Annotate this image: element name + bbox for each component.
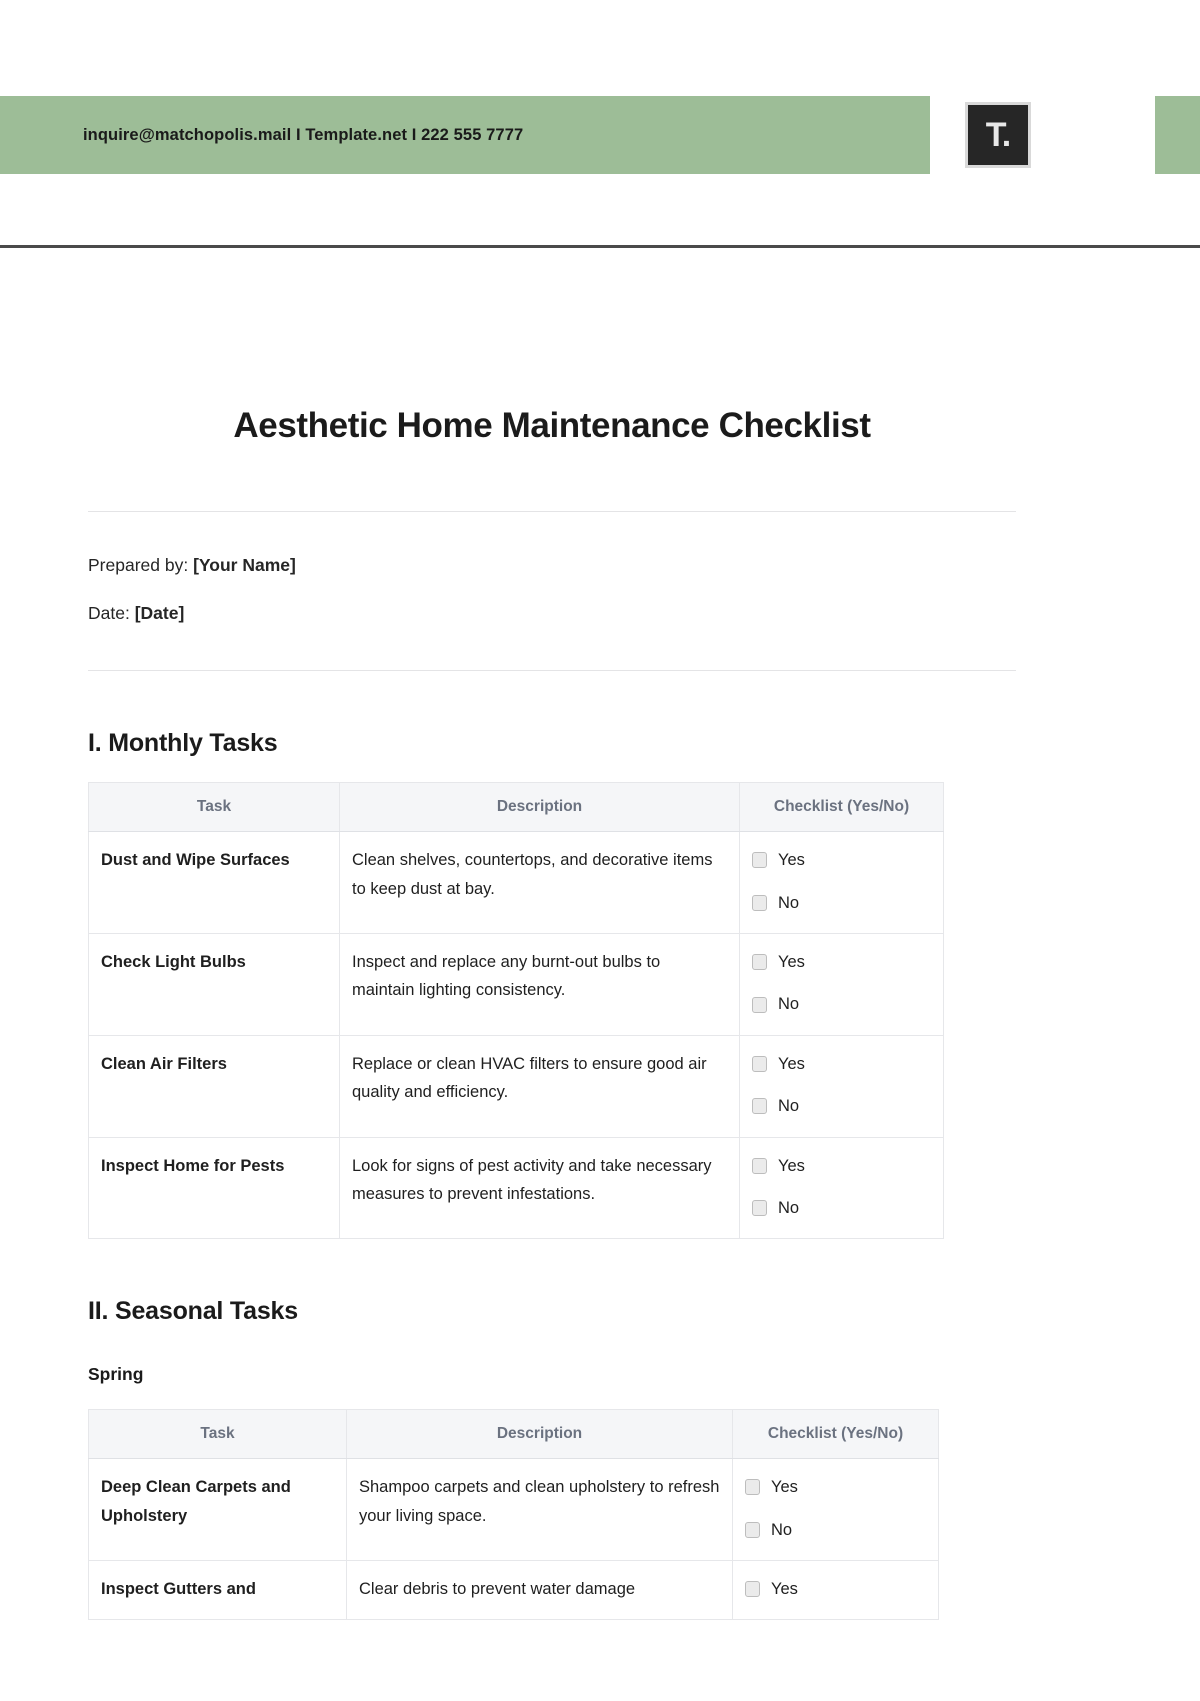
checkbox-option-yes[interactable]: Yes: [752, 1050, 931, 1078]
checkbox-label: No: [778, 893, 800, 912]
column-header-checklist: Checklist (Yes/No): [739, 782, 944, 833]
checkbox-label: No: [778, 1097, 800, 1116]
checkbox-icon[interactable]: [752, 996, 767, 1013]
checkbox-icon[interactable]: [745, 1479, 760, 1496]
page-title: Aesthetic Home Maintenance Checklist: [233, 406, 871, 445]
brand-logo: T.: [965, 96, 1031, 174]
header-divider-rule: [0, 245, 1200, 248]
cell-task: Check Light Bulbs: [88, 933, 340, 1036]
checkbox-icon[interactable]: [752, 954, 767, 971]
checkbox-icon[interactable]: [752, 1200, 767, 1217]
cell-description: Replace or clean HVAC filters to ensure …: [339, 1034, 740, 1138]
checkbox-option-yes[interactable]: Yes: [752, 1152, 931, 1180]
prepared-by-line: Prepared by: [Your Name]: [88, 554, 1016, 577]
table-row: Deep Clean Carpets and Upholstery Shampo…: [88, 1458, 939, 1561]
table-row: Inspect Home for Pests Look for signs of…: [88, 1136, 944, 1240]
header-gap-left: [930, 96, 965, 174]
cell-description: Clean shelves, countertops, and decorati…: [339, 831, 740, 934]
checkbox-label: Yes: [771, 1580, 798, 1598]
cell-checklist: Yes No: [739, 1034, 944, 1138]
cell-checklist: Yes No: [732, 1458, 939, 1561]
table-row: Inspect Gutters and Clear debris to prev…: [88, 1559, 939, 1621]
checkbox-option-no[interactable]: No: [752, 990, 931, 1018]
column-header-checklist: Checklist (Yes/No): [732, 1409, 939, 1460]
cell-checklist: Yes No: [739, 933, 944, 1036]
cell-checklist: Yes No: [739, 1136, 944, 1240]
header-green-band-left: inquire@matchopolis.mail I Template.net …: [0, 96, 930, 174]
checkbox-icon[interactable]: [752, 1098, 767, 1115]
checkbox-option-yes[interactable]: Yes: [745, 1575, 926, 1603]
cell-description: Shampoo carpets and clean upholstery to …: [346, 1458, 733, 1561]
column-header-description: Description: [339, 782, 740, 833]
cell-description: Inspect and replace any burnt-out bulbs …: [339, 933, 740, 1036]
checkbox-label: Yes: [778, 1054, 805, 1073]
checkbox-icon[interactable]: [752, 894, 767, 911]
prepared-by-value[interactable]: [Your Name]: [193, 555, 296, 575]
cell-task: Clean Air Filters: [88, 1034, 340, 1138]
cell-task: Deep Clean Carpets and Upholstery: [88, 1458, 347, 1561]
checkbox-option-yes[interactable]: Yes: [745, 1473, 926, 1501]
document-meta: Prepared by: [Your Name] Date: [Date]: [88, 512, 1016, 625]
date-label: Date:: [88, 602, 130, 623]
logo-square-icon: T.: [965, 102, 1031, 168]
document-body: Aesthetic Home Maintenance Checklist Pre…: [88, 300, 1016, 1621]
checkbox-label: No: [778, 995, 800, 1014]
checkbox-icon[interactable]: [752, 852, 767, 869]
checkbox-option-no[interactable]: No: [752, 889, 931, 917]
cell-task: Inspect Home for Pests: [88, 1136, 340, 1240]
checkbox-icon[interactable]: [752, 1157, 767, 1174]
checkbox-label: No: [771, 1520, 793, 1539]
checkbox-option-no[interactable]: No: [745, 1516, 926, 1544]
cell-description: Clear debris to prevent water damage: [346, 1559, 733, 1621]
date-value[interactable]: [Date]: [135, 603, 185, 623]
page-header: inquire@matchopolis.mail I Template.net …: [0, 96, 1200, 174]
table-header-row: Task Description Checklist (Yes/No): [88, 782, 944, 833]
checkbox-label: Yes: [778, 851, 805, 870]
cell-task: Inspect Gutters and: [88, 1559, 347, 1621]
monthly-tasks-table: Task Description Checklist (Yes/No) Dust…: [88, 782, 944, 1240]
checkbox-option-no[interactable]: No: [752, 1092, 931, 1120]
checkbox-icon[interactable]: [752, 1055, 767, 1072]
section-heading-monthly: I. Monthly Tasks: [88, 729, 278, 758]
header-contact-info: inquire@matchopolis.mail I Template.net …: [83, 125, 524, 144]
column-header-task: Task: [88, 1409, 347, 1460]
table-row: Check Light Bulbs Inspect and replace an…: [88, 933, 944, 1036]
checkbox-label: Yes: [778, 1156, 805, 1175]
prepared-by-label: Prepared by:: [88, 554, 189, 575]
cell-checklist: Yes: [732, 1559, 939, 1621]
subsection-heading-spring: Spring: [88, 1364, 144, 1385]
checkbox-label: No: [778, 1198, 800, 1217]
cell-checklist: Yes No: [739, 831, 944, 934]
table-row: Dust and Wipe Surfaces Clean shelves, co…: [88, 831, 944, 934]
checkbox-label: Yes: [778, 953, 805, 971]
column-header-description: Description: [346, 1409, 733, 1460]
checkbox-option-no[interactable]: No: [752, 1194, 931, 1222]
date-line: Date: [Date]: [88, 602, 1016, 625]
logo-letter: T.: [985, 116, 1011, 154]
header-gap-right: [1031, 96, 1155, 174]
checkbox-icon[interactable]: [745, 1581, 760, 1598]
table-header-row: Task Description Checklist (Yes/No): [88, 1409, 939, 1460]
cell-task: Dust and Wipe Surfaces: [88, 831, 340, 934]
section-heading-seasonal: II. Seasonal Tasks: [88, 1297, 298, 1326]
header-green-band-right: [1155, 96, 1200, 174]
checkbox-icon[interactable]: [745, 1521, 760, 1538]
checkbox-option-yes[interactable]: Yes: [752, 846, 931, 874]
checkbox-option-yes[interactable]: Yes: [752, 948, 931, 976]
cell-description: Look for signs of pest activity and take…: [339, 1136, 740, 1240]
checkbox-label: Yes: [771, 1478, 798, 1497]
table-row: Clean Air Filters Replace or clean HVAC …: [88, 1034, 944, 1138]
spring-tasks-table: Task Description Checklist (Yes/No) Deep…: [88, 1409, 939, 1621]
column-header-task: Task: [88, 782, 340, 833]
